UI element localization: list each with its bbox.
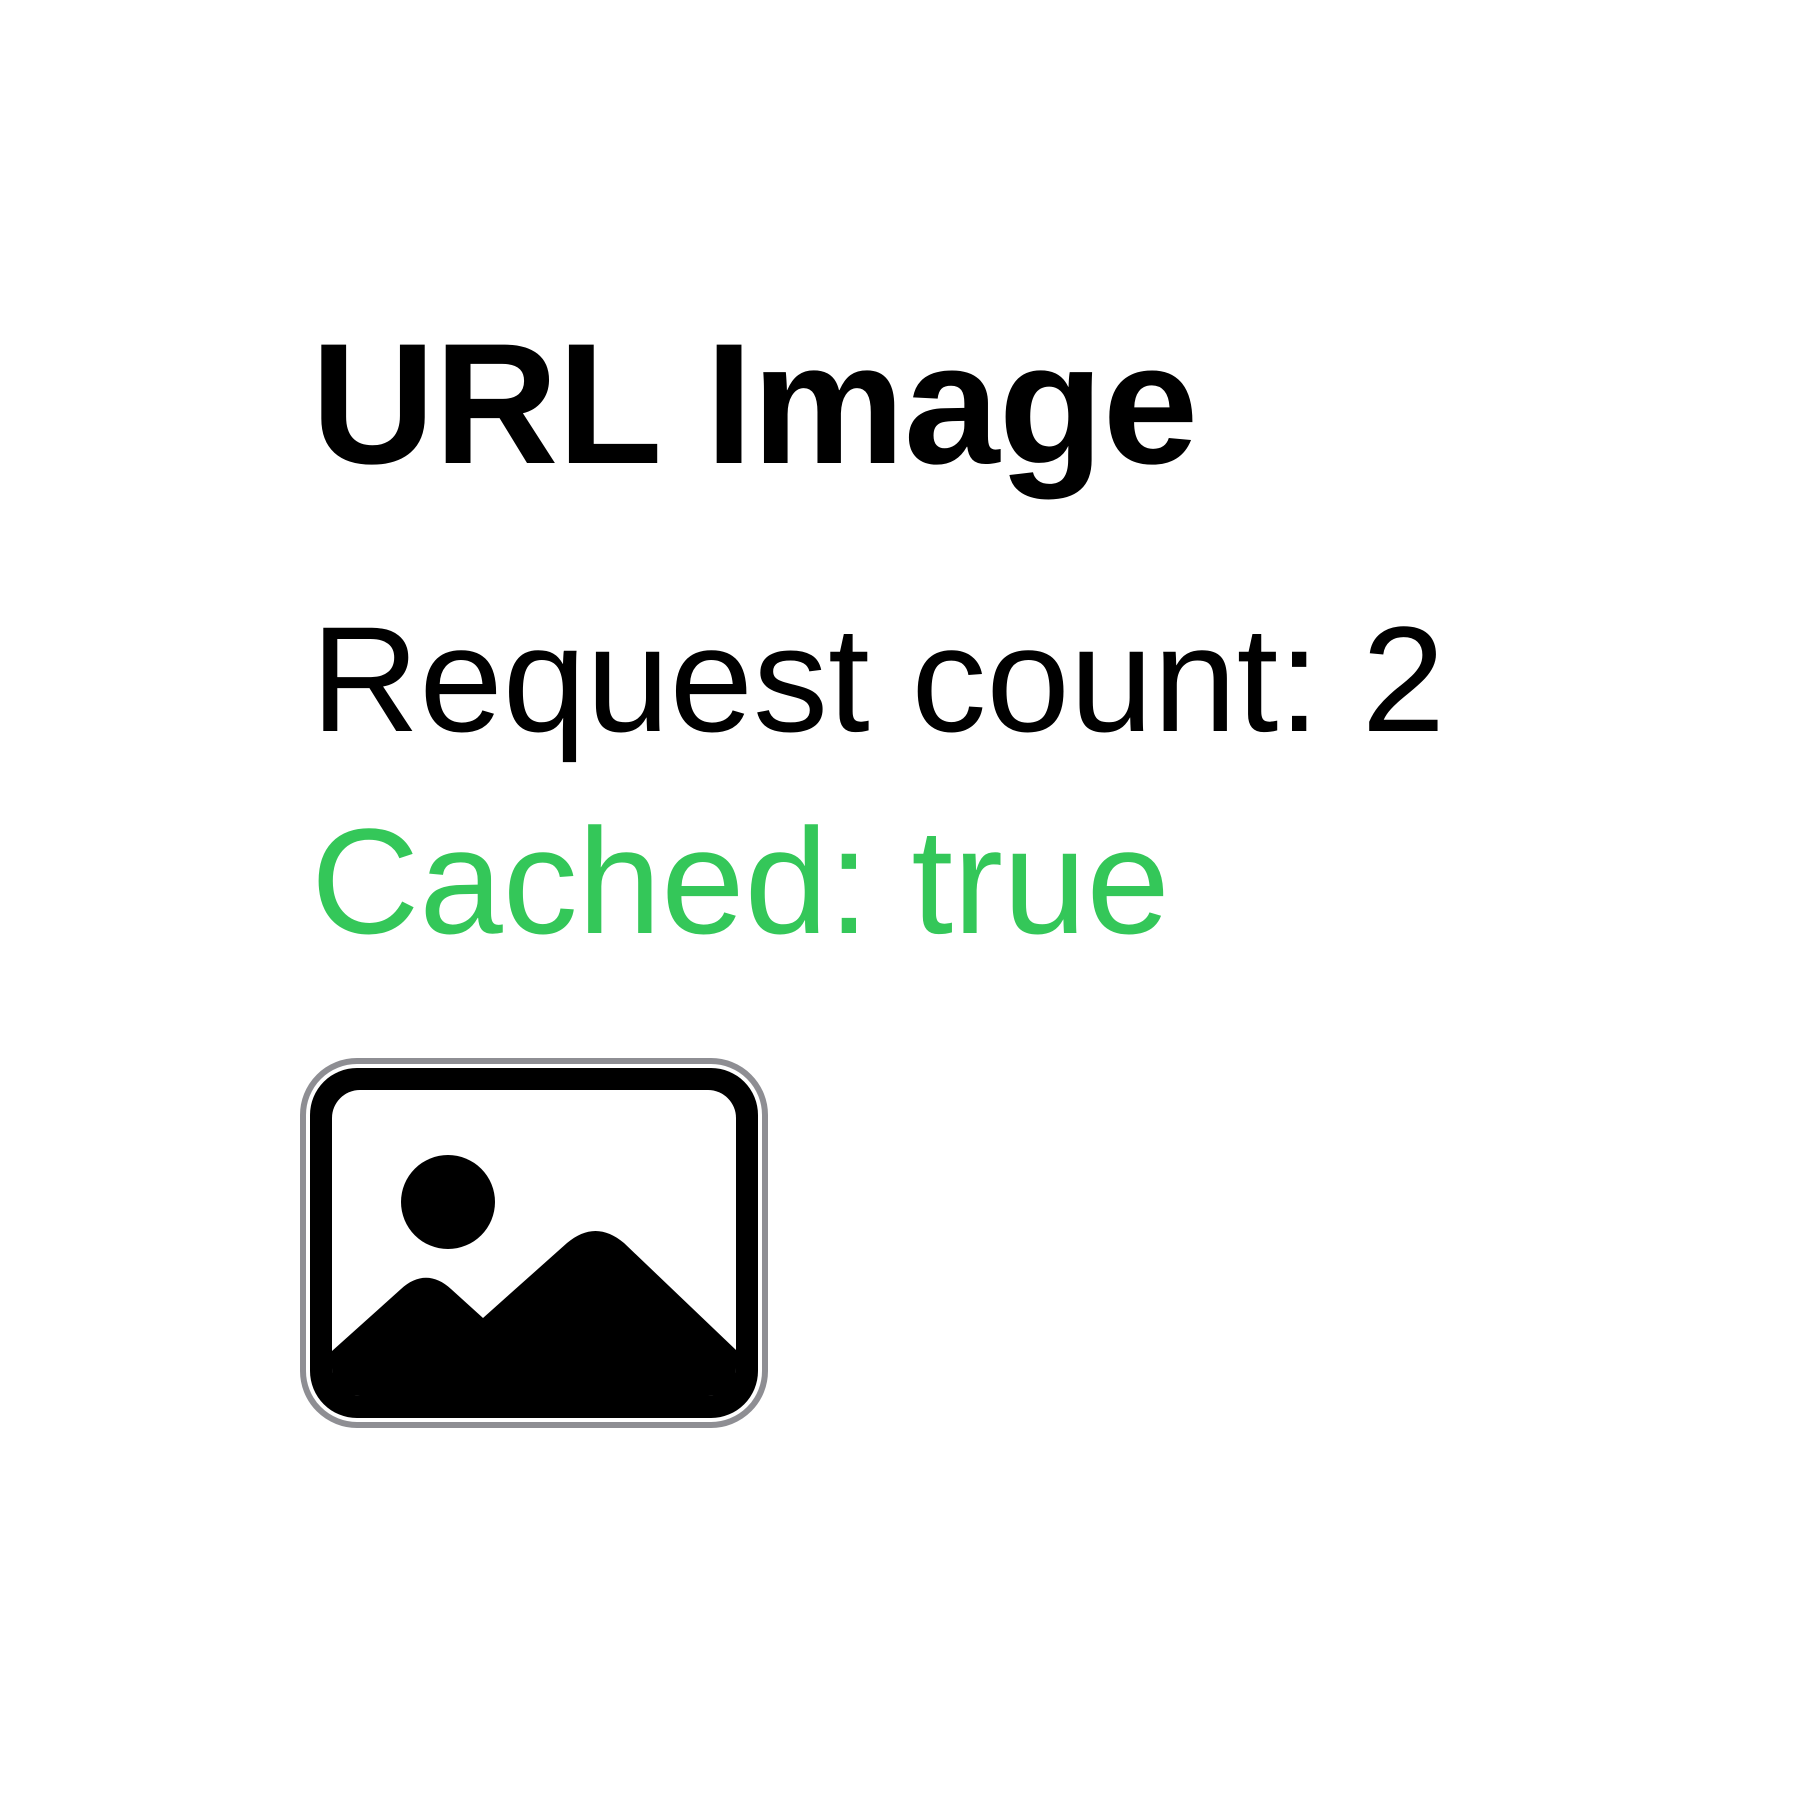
photo-placeholder-icon (300, 1058, 768, 1428)
url-image-view (300, 1058, 768, 1428)
url-image-screen: URL Image Request count: 2 Cached: true (0, 0, 1800, 1800)
request-count-label: Request count: 2 (311, 595, 1446, 763)
page-title: URL Image (311, 308, 1198, 500)
cached-status-label: Cached: true (311, 797, 1170, 965)
